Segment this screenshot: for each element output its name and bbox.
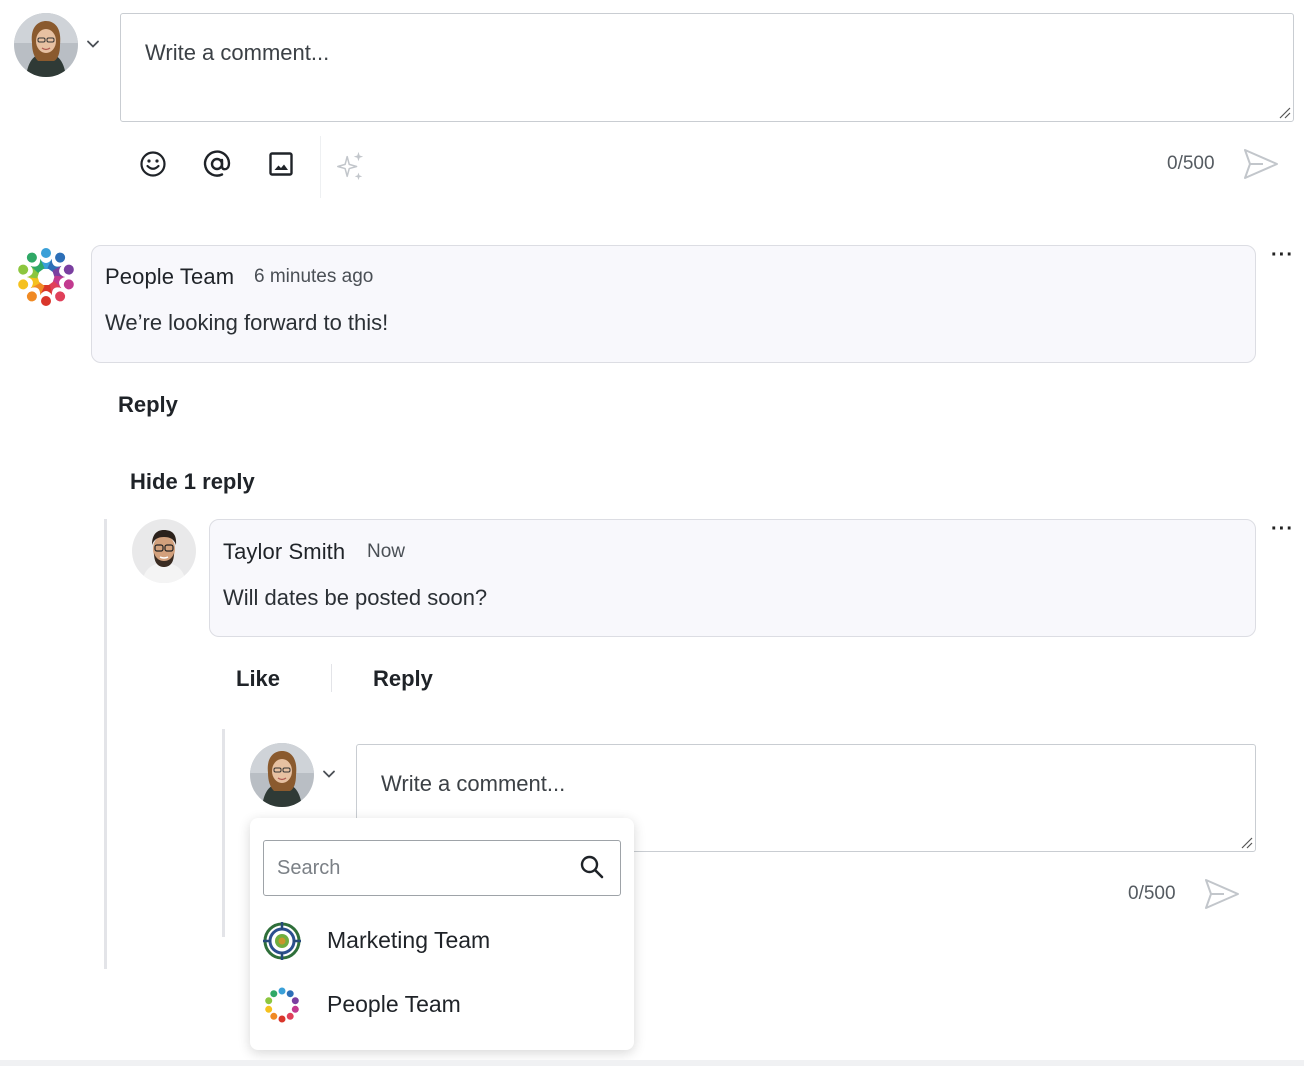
reply-character-counter: 0/500 [1128, 883, 1176, 904]
reply-bubble: Taylor Smith Now Will dates be posted so… [209, 519, 1256, 637]
resize-handle-icon[interactable] [1237, 833, 1253, 849]
emoji-icon[interactable] [137, 148, 169, 180]
mention-icon[interactable] [201, 148, 233, 180]
chevron-down-icon[interactable] [321, 766, 337, 782]
reply-composer-avatar[interactable] [250, 743, 314, 807]
taylor-smith-avatar[interactable] [132, 519, 196, 583]
people-team-logo [265, 987, 299, 1023]
nested-thread-line [222, 729, 225, 937]
like-button[interactable]: Like [236, 666, 280, 692]
character-counter: 0/500 [1167, 153, 1215, 174]
comment-more-options-button[interactable]: ··· [1271, 244, 1294, 267]
reply-author[interactable]: Taylor Smith [223, 539, 345, 565]
comment-text: We’re looking forward to this! [105, 310, 389, 335]
dropdown-search-input[interactable]: Search [263, 840, 621, 896]
toolbar-divider [320, 136, 321, 198]
comment-author[interactable]: People Team [105, 264, 234, 290]
reply-timestamp: Now [367, 541, 406, 562]
dropdown-option-marketing-team[interactable]: Marketing Team [250, 912, 634, 968]
search-icon[interactable] [578, 853, 606, 881]
action-divider [331, 664, 332, 692]
dropdown-option-label: People Team [327, 991, 461, 1017]
comment-input[interactable]: Write a comment... [120, 13, 1294, 122]
ai-sparkle-icon[interactable] [334, 150, 366, 182]
reply-reply-button[interactable]: Reply [373, 666, 433, 692]
comment-input-placeholder: Write a comment... [145, 40, 330, 65]
reply-text: Will dates be posted soon? [223, 585, 488, 610]
comment-timestamp: 6 minutes ago [254, 266, 374, 287]
send-icon[interactable] [1204, 878, 1240, 910]
comment-bubble: People Team 6 minutes ago We’re looking … [91, 245, 1256, 363]
page-bottom-edge [0, 1060, 1304, 1066]
current-user-avatar[interactable] [14, 13, 78, 77]
dropdown-option-label: Marketing Team [327, 927, 491, 953]
resize-handle-icon[interactable] [1275, 103, 1291, 119]
reply-comment-input-placeholder: Write a comment... [381, 771, 566, 796]
dropdown-search-placeholder: Search [277, 857, 341, 879]
chevron-down-icon[interactable] [85, 36, 101, 52]
people-team-avatar[interactable] [12, 243, 80, 311]
reply-more-options-button[interactable]: ··· [1271, 518, 1294, 541]
thread-line [104, 519, 107, 969]
send-icon[interactable] [1243, 148, 1279, 180]
comment-reply-button[interactable]: Reply [118, 392, 178, 418]
dropdown-option-people-team[interactable]: People Team [250, 976, 634, 1032]
image-icon[interactable] [265, 148, 297, 180]
hide-replies-button[interactable]: Hide 1 reply [130, 469, 255, 495]
marketing-team-logo [263, 922, 301, 960]
post-as-dropdown: Search Marketing Team People Team [250, 818, 634, 1050]
